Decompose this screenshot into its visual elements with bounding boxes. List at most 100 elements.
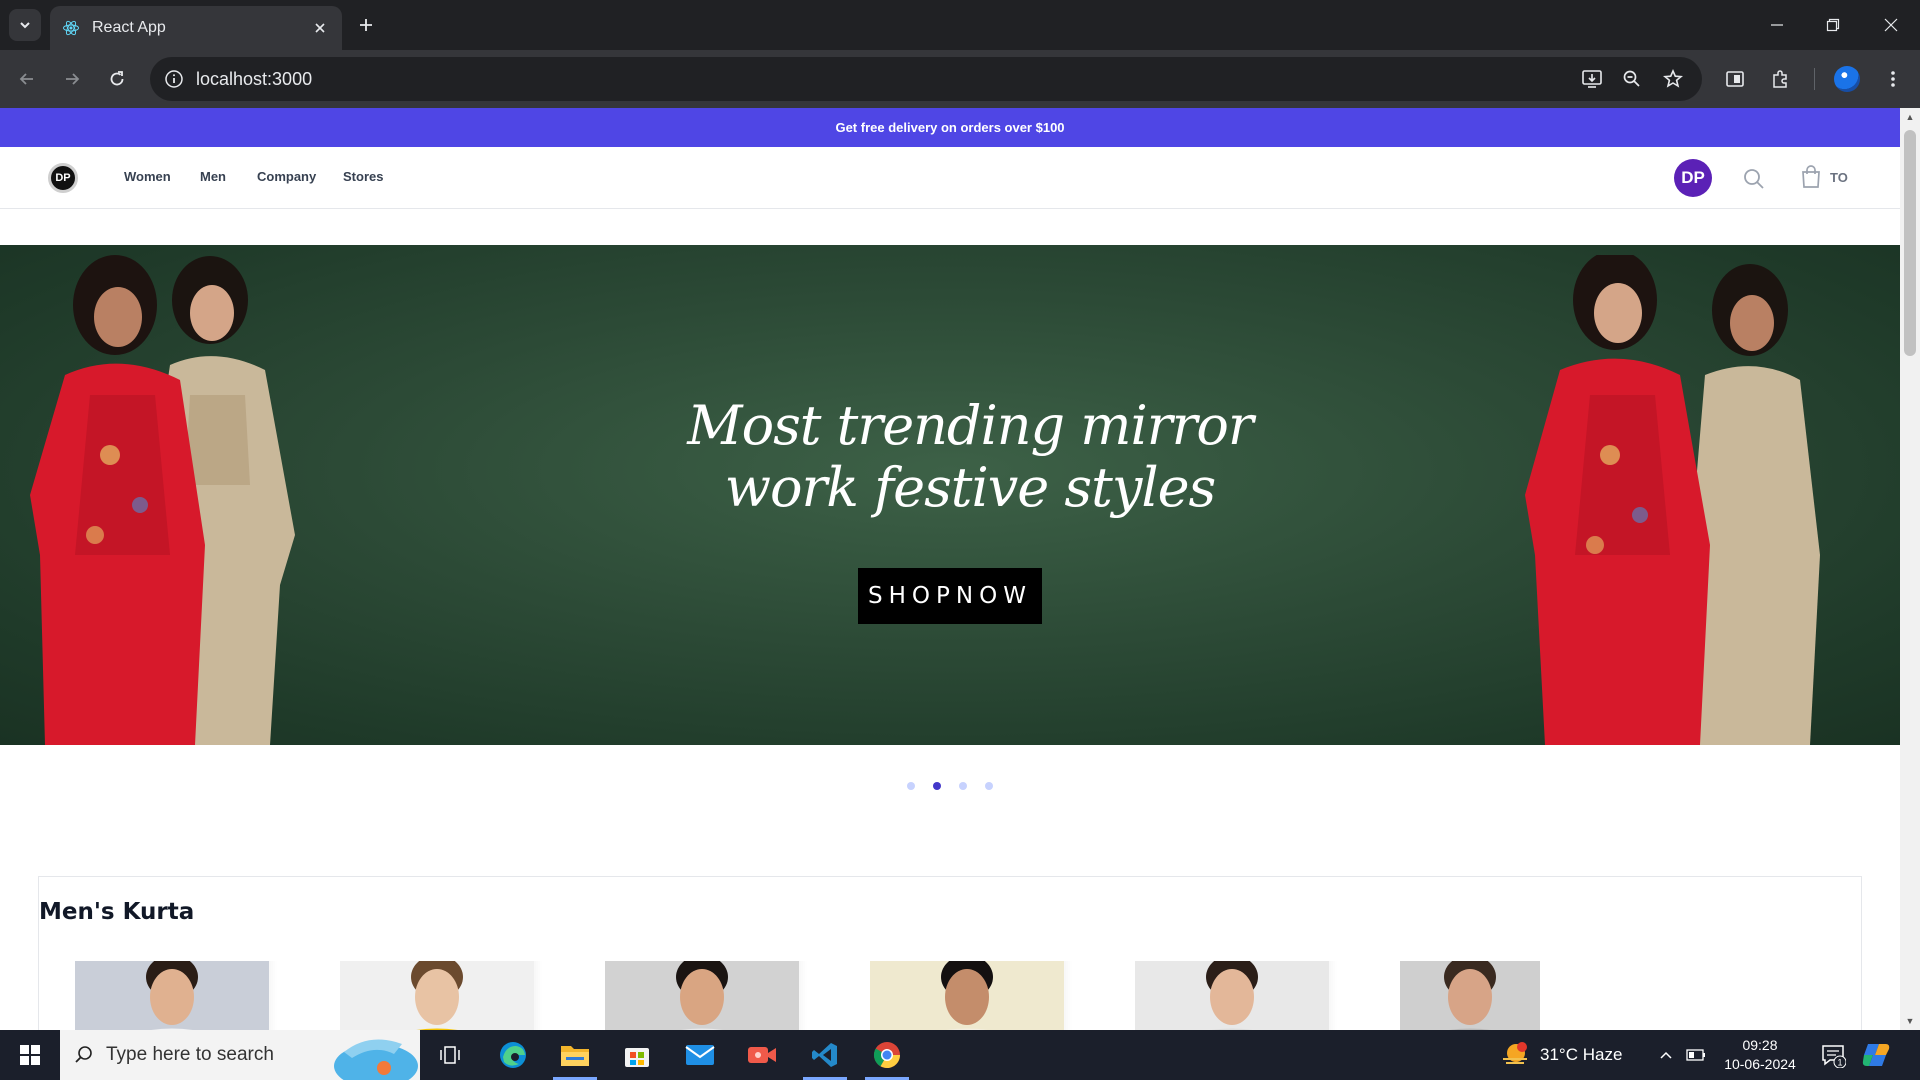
vscode-icon <box>812 1043 837 1067</box>
browser-menu-button[interactable] <box>1878 64 1908 94</box>
reload-icon <box>110 71 124 86</box>
search-icon[interactable] <box>1742 167 1766 191</box>
mail-app[interactable] <box>670 1030 730 1080</box>
tab-close-button[interactable] <box>310 18 330 38</box>
edge-app[interactable] <box>483 1030 543 1080</box>
product-card[interactable] <box>67 961 277 1030</box>
carousel-dot-2[interactable] <box>933 782 941 790</box>
scroll-thumb[interactable] <box>1904 130 1916 356</box>
microsoft-store-app[interactable] <box>607 1030 667 1080</box>
chevron-down-icon <box>20 22 30 29</box>
cart-count: TO <box>1830 169 1848 185</box>
product-card[interactable] <box>1392 961 1602 1030</box>
file-explorer-app[interactable] <box>545 1030 605 1080</box>
minimize-icon <box>1771 24 1783 26</box>
product-image[interactable] <box>870 961 1064 1030</box>
nav-link-company[interactable]: Company <box>257 169 316 184</box>
carousel-dot-4[interactable] <box>985 782 993 790</box>
browser-tab-active[interactable]: React App <box>50 6 342 50</box>
product-card[interactable] <box>597 961 807 1030</box>
battery-button[interactable] <box>1686 1045 1706 1065</box>
minimize-button[interactable] <box>1762 10 1792 40</box>
url-text: localhost:3000 <box>196 69 313 89</box>
weather-widget[interactable]: 31°C Haze <box>1500 1030 1622 1080</box>
install-app-button[interactable] <box>1578 65 1606 93</box>
hero-models-left <box>30 255 295 745</box>
camera-app[interactable] <box>732 1030 792 1080</box>
shop-now-button[interactable]: SHOPNOW <box>858 568 1042 624</box>
card-edge <box>269 961 277 1030</box>
user-avatar[interactable]: DP <box>1674 159 1712 197</box>
extensions-button[interactable] <box>1766 64 1796 94</box>
product-image[interactable] <box>75 961 269 1030</box>
hero-headline: Most trending mirror work festive styles <box>640 395 1300 519</box>
copilot-icon[interactable] <box>1862 1040 1892 1070</box>
close-icon <box>315 23 325 33</box>
more-vertical-icon <box>1891 71 1895 87</box>
hero-carousel[interactable]: Most trending mirror work festive styles… <box>0 245 1900 745</box>
product-image[interactable] <box>605 961 799 1030</box>
nav-link-men[interactable]: Men <box>200 169 226 184</box>
profile-button[interactable] <box>1832 64 1862 94</box>
edge-icon <box>500 1042 526 1068</box>
video-camera-icon <box>748 1047 776 1063</box>
start-button[interactable] <box>0 1030 60 1080</box>
site-logo[interactable]: DP <box>48 163 78 193</box>
chrome-app[interactable] <box>857 1030 917 1080</box>
info-icon <box>165 70 183 88</box>
tab-search-button[interactable] <box>9 9 41 41</box>
arrow-left-icon <box>19 73 33 85</box>
system-clock[interactable]: 09:28 10-06-2024 <box>1710 1036 1810 1074</box>
mail-icon <box>685 1045 715 1065</box>
taskbar-search-placeholder: Type here to search <box>106 1044 274 1065</box>
windows-icon <box>20 1045 40 1065</box>
card-edge <box>799 961 807 1030</box>
product-card[interactable] <box>1127 961 1337 1030</box>
back-button[interactable] <box>12 64 42 94</box>
hero-headline-line1: Most trending mirror <box>687 394 1253 457</box>
clock-date: 10-06-2024 <box>1724 1056 1796 1072</box>
card-edge <box>1064 961 1072 1030</box>
carousel-dot-3[interactable] <box>959 782 967 790</box>
product-card[interactable] <box>862 961 1072 1030</box>
product-card[interactable] <box>332 961 542 1030</box>
notification-icon[interactable]: 1 <box>1820 1042 1846 1068</box>
reading-mode-button[interactable] <box>1720 64 1750 94</box>
scroll-up-arrow[interactable]: ▲ <box>1905 112 1915 122</box>
chevron-up-icon <box>1660 1051 1672 1059</box>
zoom-button[interactable] <box>1618 65 1646 93</box>
product-image[interactable] <box>340 961 534 1030</box>
address-bar[interactable]: localhost:3000 <box>150 57 1702 101</box>
bookmark-button[interactable] <box>1659 65 1687 93</box>
product-image[interactable] <box>1400 961 1540 1030</box>
new-tab-button[interactable] <box>352 11 380 39</box>
folder-icon <box>561 1046 589 1066</box>
site-info-button[interactable] <box>160 65 188 93</box>
promo-banner: Get free delivery on orders over $100 <box>0 108 1900 147</box>
page-scrollbar[interactable]: ▲ ▼ <box>1900 108 1920 1030</box>
scroll-down-arrow[interactable]: ▼ <box>1905 1016 1915 1026</box>
show-hidden-icons-button[interactable] <box>1656 1045 1676 1065</box>
forward-button[interactable] <box>57 64 87 94</box>
product-image[interactable] <box>1135 961 1329 1030</box>
nav-link-stores[interactable]: Stores <box>343 169 383 184</box>
search-highlight-icon <box>334 1039 418 1080</box>
weather-text: 31°C Haze <box>1540 1045 1623 1064</box>
cart-button[interactable]: TO <box>1800 165 1848 189</box>
restore-icon <box>1826 18 1840 32</box>
taskbar-search-box[interactable]: Type here to search <box>60 1030 420 1080</box>
carousel-dot-1[interactable] <box>907 782 915 790</box>
zoom-icon <box>1623 70 1640 87</box>
restore-button[interactable] <box>1818 10 1848 40</box>
reload-button[interactable] <box>102 64 132 94</box>
hero-headline-line2: work festive styles <box>724 456 1217 519</box>
nav-link-women[interactable]: Women <box>124 169 171 184</box>
close-window-button[interactable] <box>1876 10 1906 40</box>
task-view-button[interactable] <box>420 1030 480 1080</box>
clock-time: 09:28 <box>1742 1037 1778 1053</box>
windows-taskbar: Type here to search 31°C Haze 09:28 10-0… <box>0 1030 1920 1080</box>
vscode-app[interactable] <box>795 1030 855 1080</box>
store-icon <box>625 1048 649 1067</box>
search-icon <box>75 1046 92 1063</box>
browser-tabstrip: React App <box>0 0 1920 50</box>
